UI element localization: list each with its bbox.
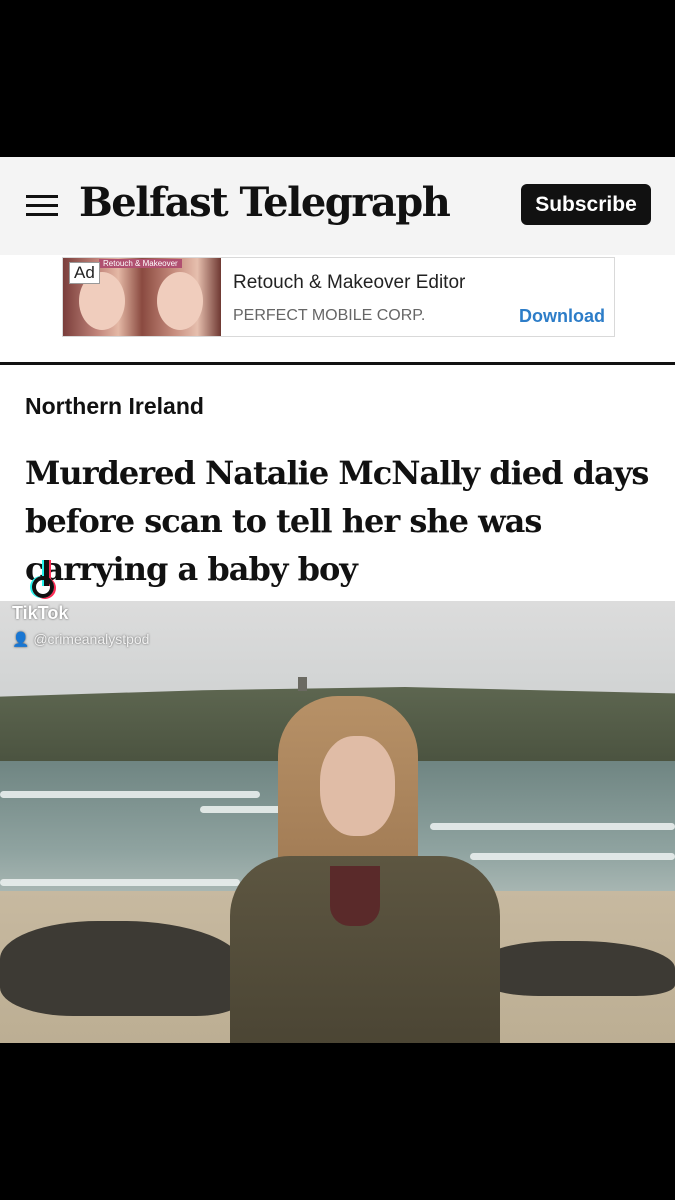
- ad-banner[interactable]: Retouch & Makeover Ad Retouch & Makeover…: [62, 257, 615, 337]
- site-logo[interactable]: Belfast Telegraph: [79, 179, 451, 226]
- section-label[interactable]: Northern Ireland: [25, 393, 204, 420]
- hamburger-menu-icon[interactable]: [26, 195, 58, 217]
- tiktok-brand: TikTok: [12, 603, 69, 623]
- photo-surf: [0, 879, 240, 886]
- article-photo: [0, 601, 675, 1043]
- tiktok-username: 👤 @crimeanalystpod: [12, 631, 150, 647]
- photo-rock: [480, 941, 675, 996]
- person-face: [320, 736, 395, 836]
- section-divider: [0, 362, 675, 365]
- article-headline: Murdered Natalie McNally died days befor…: [25, 454, 649, 588]
- subscribe-button[interactable]: Subscribe: [521, 184, 651, 225]
- tiktok-logo-icon: [30, 560, 56, 598]
- ad-face-after: [157, 272, 203, 330]
- article-screen: Belfast Telegraph Subscribe Retouch & Ma…: [0, 157, 675, 1043]
- ad-company: PERFECT MOBILE CORP.: [233, 307, 426, 324]
- ad-zone: Retouch & Makeover Ad Retouch & Makeover…: [0, 255, 675, 363]
- ad-badge: Ad: [69, 262, 100, 284]
- site-header: Belfast Telegraph Subscribe: [0, 157, 675, 255]
- ad-image[interactable]: Retouch & Makeover Ad: [63, 258, 221, 336]
- ad-download-link[interactable]: Download: [519, 306, 605, 327]
- person-collar: [330, 866, 380, 926]
- photo-rock: [0, 921, 245, 1016]
- ad-title[interactable]: Retouch & Makeover Editor: [233, 272, 465, 294]
- ad-image-caption: Retouch & Makeover: [99, 259, 182, 268]
- photo-person: [230, 696, 505, 1043]
- photo-tower: [298, 677, 307, 691]
- photo-surf: [0, 791, 260, 798]
